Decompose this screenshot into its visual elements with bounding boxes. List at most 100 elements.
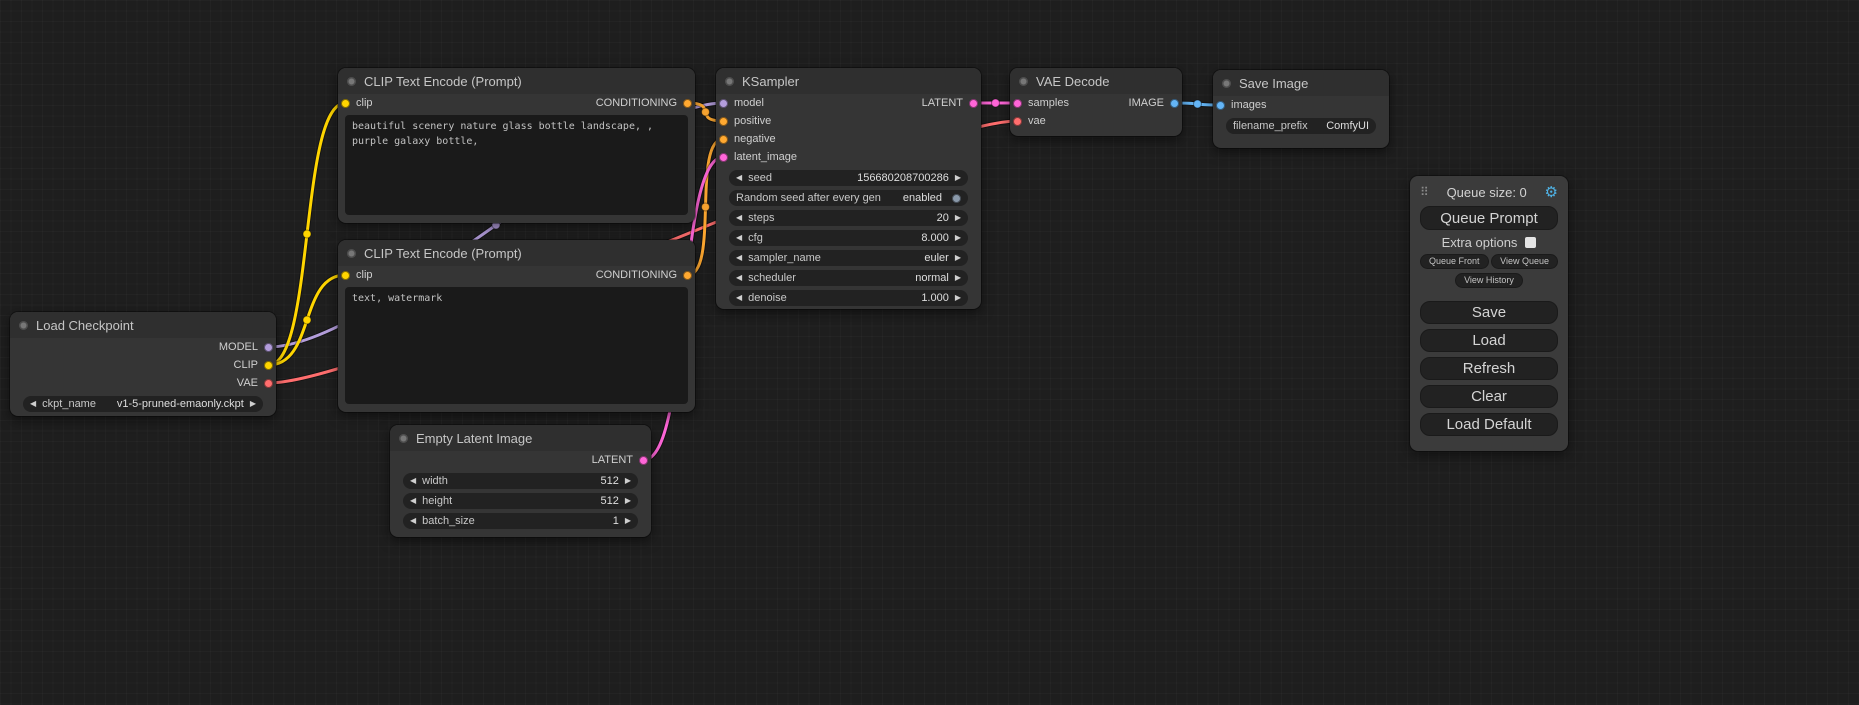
input-slot-model[interactable]: model <box>719 97 764 109</box>
increment-arrow[interactable]: ▶ <box>955 214 961 222</box>
node-empty-latent-image[interactable]: Empty Latent Image LATENT ◀ width 512 ▶ … <box>390 425 651 537</box>
decrement-arrow[interactable]: ◀ <box>736 174 742 182</box>
output-socket-latent[interactable] <box>969 99 978 108</box>
widget-sampler-name[interactable]: ◀ sampler_name euler ▶ <box>729 250 968 266</box>
widget-cfg[interactable]: ◀ cfg 8.000 ▶ <box>729 230 968 246</box>
node-title-bar[interactable]: CLIP Text Encode (Prompt) <box>338 68 695 94</box>
input-slot-negative[interactable]: negative <box>719 133 776 145</box>
queue-prompt-button[interactable]: Queue Prompt <box>1420 206 1558 230</box>
increment-arrow[interactable]: ▶ <box>625 517 631 525</box>
node-vae-decode[interactable]: VAE Decode samples IMAGE vae <box>1010 68 1182 136</box>
input-socket-model[interactable] <box>719 99 728 108</box>
widget-random-seed-toggle[interactable]: Random seed after every gen enabled <box>729 190 968 206</box>
decrement-arrow[interactable]: ◀ <box>736 254 742 262</box>
output-slot-clip[interactable]: CLIP <box>234 359 273 371</box>
widget-denoise[interactable]: ◀ denoise 1.000 ▶ <box>729 290 968 306</box>
refresh-button[interactable]: Refresh <box>1420 357 1558 380</box>
graph-canvas[interactable]: Load Checkpoint MODEL CLIP VAE ◀ ckpt_na… <box>0 0 1859 705</box>
node-ksampler[interactable]: KSampler model LATENT positive negative <box>716 68 981 309</box>
output-slot-vae[interactable]: VAE <box>237 377 273 389</box>
increment-arrow[interactable]: ▶ <box>955 234 961 242</box>
toggle-dot[interactable] <box>952 194 961 203</box>
input-slot-clip[interactable]: clip <box>341 97 373 109</box>
input-socket-samples[interactable] <box>1013 99 1022 108</box>
output-socket-image[interactable] <box>1170 99 1179 108</box>
view-history-button[interactable]: View History <box>1455 273 1523 288</box>
output-slot-conditioning[interactable]: CONDITIONING <box>596 269 692 281</box>
decrement-arrow[interactable]: ◀ <box>736 274 742 282</box>
collapse-dot[interactable] <box>1222 79 1231 88</box>
clear-button[interactable]: Clear <box>1420 385 1558 408</box>
widget-scheduler[interactable]: ◀ scheduler normal ▶ <box>729 270 968 286</box>
decrement-arrow[interactable]: ◀ <box>410 497 416 505</box>
node-title-bar[interactable]: Load Checkpoint <box>10 312 276 338</box>
output-slot-latent[interactable]: LATENT <box>592 454 648 466</box>
load-button[interactable]: Load <box>1420 329 1558 352</box>
node-clip-text-encode-negative[interactable]: CLIP Text Encode (Prompt) clip CONDITION… <box>338 240 695 412</box>
output-slot-conditioning[interactable]: CONDITIONING <box>596 97 692 109</box>
increment-arrow[interactable]: ▶ <box>955 274 961 282</box>
collapse-dot[interactable] <box>1019 77 1028 86</box>
increment-arrow[interactable]: ▶ <box>955 294 961 302</box>
extra-options-checkbox[interactable] <box>1525 237 1536 248</box>
collapse-dot[interactable] <box>347 77 356 86</box>
drag-handle-icon[interactable]: ⠿ <box>1420 185 1429 199</box>
input-socket-images[interactable] <box>1216 101 1225 110</box>
decrement-arrow[interactable]: ◀ <box>736 234 742 242</box>
input-slot-samples[interactable]: samples <box>1013 97 1069 109</box>
node-save-image[interactable]: Save Image images filename_prefix ComfyU… <box>1213 70 1389 148</box>
prompt-textarea[interactable]: text, watermark <box>345 287 688 404</box>
load-default-button[interactable]: Load Default <box>1420 413 1558 436</box>
save-button[interactable]: Save <box>1420 301 1558 324</box>
output-slot-model[interactable]: MODEL <box>219 341 273 353</box>
increment-arrow[interactable]: ▶ <box>625 497 631 505</box>
widget-width[interactable]: ◀ width 512 ▶ <box>403 473 638 489</box>
input-socket-negative[interactable] <box>719 135 728 144</box>
collapse-dot[interactable] <box>399 434 408 443</box>
output-socket-clip[interactable] <box>264 361 273 370</box>
input-slot-positive[interactable]: positive <box>719 115 771 127</box>
widget-batch-size[interactable]: ◀ batch_size 1 ▶ <box>403 513 638 529</box>
node-load-checkpoint[interactable]: Load Checkpoint MODEL CLIP VAE ◀ ckpt_na… <box>10 312 276 416</box>
decrement-arrow[interactable]: ◀ <box>736 294 742 302</box>
input-slot-clip[interactable]: clip <box>341 269 373 281</box>
widget-filename-prefix[interactable]: filename_prefix ComfyUI <box>1226 118 1376 134</box>
decrement-arrow[interactable]: ◀ <box>30 400 36 408</box>
widget-height[interactable]: ◀ height 512 ▶ <box>403 493 638 509</box>
queue-front-button[interactable]: Queue Front <box>1420 254 1489 269</box>
node-title-bar[interactable]: Save Image <box>1213 70 1389 96</box>
output-socket-vae[interactable] <box>264 379 273 388</box>
node-title-bar[interactable]: VAE Decode <box>1010 68 1182 94</box>
input-slot-images[interactable]: images <box>1216 99 1266 111</box>
node-title-bar[interactable]: CLIP Text Encode (Prompt) <box>338 240 695 266</box>
input-slot-vae[interactable]: vae <box>1013 115 1046 127</box>
widget-steps[interactable]: ◀ steps 20 ▶ <box>729 210 968 226</box>
collapse-dot[interactable] <box>725 77 734 86</box>
input-slot-latent-image[interactable]: latent_image <box>719 151 797 163</box>
increment-arrow[interactable]: ▶ <box>250 400 256 408</box>
node-title-bar[interactable]: Empty Latent Image <box>390 425 651 451</box>
settings-gear-icon[interactable]: ⚙ <box>1545 183 1558 201</box>
input-socket-clip[interactable] <box>341 99 350 108</box>
view-queue-button[interactable]: View Queue <box>1491 254 1558 269</box>
decrement-arrow[interactable]: ◀ <box>410 477 416 485</box>
output-slot-latent[interactable]: LATENT <box>922 97 978 109</box>
prompt-textarea[interactable]: beautiful scenery nature glass bottle la… <box>345 115 688 215</box>
node-title-bar[interactable]: KSampler <box>716 68 981 94</box>
node-clip-text-encode-positive[interactable]: CLIP Text Encode (Prompt) clip CONDITION… <box>338 68 695 223</box>
collapse-dot[interactable] <box>19 321 28 330</box>
decrement-arrow[interactable]: ◀ <box>736 214 742 222</box>
output-socket-conditioning[interactable] <box>683 99 692 108</box>
widget-ckpt-name[interactable]: ◀ ckpt_name v1-5-pruned-emaonly.ckpt ▶ <box>23 396 263 412</box>
increment-arrow[interactable]: ▶ <box>955 254 961 262</box>
output-socket-conditioning[interactable] <box>683 271 692 280</box>
input-socket-clip[interactable] <box>341 271 350 280</box>
collapse-dot[interactable] <box>347 249 356 258</box>
increment-arrow[interactable]: ▶ <box>955 174 961 182</box>
input-socket-positive[interactable] <box>719 117 728 126</box>
output-socket-model[interactable] <box>264 343 273 352</box>
input-socket-vae[interactable] <box>1013 117 1022 126</box>
output-socket-latent[interactable] <box>639 456 648 465</box>
widget-seed[interactable]: ◀ seed 156680208700286 ▶ <box>729 170 968 186</box>
decrement-arrow[interactable]: ◀ <box>410 517 416 525</box>
